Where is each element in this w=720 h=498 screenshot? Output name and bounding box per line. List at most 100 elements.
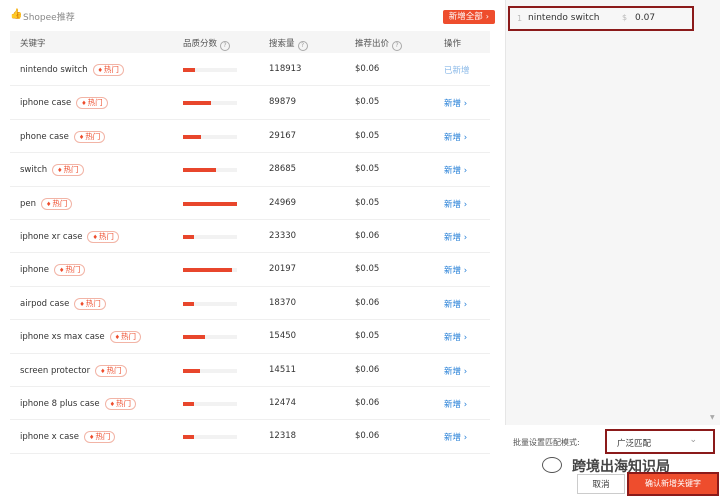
keyword-text: phone case <box>20 131 69 142</box>
flame-icon: ♦ <box>81 100 87 108</box>
add-keyword-link[interactable]: 新增 › <box>444 331 467 343</box>
add-keyword-link[interactable]: 新增 › <box>444 164 467 176</box>
scroll-down-icon[interactable]: ▼ <box>710 414 716 421</box>
help-icon[interactable]: ? <box>297 41 308 51</box>
quality-bar <box>183 201 237 206</box>
add-all-button[interactable]: 新增全部 › <box>442 10 495 24</box>
flame-icon: ♦ <box>79 300 85 308</box>
flame-icon: ♦ <box>46 200 52 208</box>
panel-title: Shopee推荐 <box>23 13 75 23</box>
suggested-bid: $0.05 <box>355 130 380 141</box>
selected-keyword: nintendo switch <box>528 13 600 23</box>
add-keyword-link[interactable]: 新增 › <box>444 398 467 410</box>
wechat-icon <box>542 457 562 473</box>
hot-badge: ♦热门 <box>73 130 106 143</box>
add-keyword-link[interactable]: 新增 › <box>444 97 467 109</box>
keyword-cell: iphone x case ♦热门 <box>20 431 116 444</box>
search-volume: 20197 <box>269 264 297 275</box>
keyword-text: iphone <box>20 265 49 276</box>
keyword-cell: switch ♦热门 <box>20 164 84 177</box>
keyword-cell: nintendo switch ♦热门 <box>20 64 124 76</box>
col-volume: 搜索量? <box>269 37 308 51</box>
hot-badge: ♦热门 <box>52 164 84 177</box>
chevron-right-icon: › <box>485 12 489 21</box>
confirm-add-keywords-button[interactable]: 确认新增关键字 <box>627 472 719 496</box>
quality-bar-fill <box>183 234 194 239</box>
keyword-cell: phone case ♦热门 <box>20 130 106 143</box>
hot-label: 热门 <box>85 131 101 141</box>
add-keyword-link[interactable]: 新增 › <box>444 431 467 443</box>
hot-badge: ♦热门 <box>41 197 73 210</box>
keyword-cell: pen ♦热门 <box>20 197 73 210</box>
table-row: switch ♦热门 28685 $0.05 新增 › <box>10 153 490 187</box>
quality-bar <box>183 234 237 239</box>
keyword-text: iphone xr case <box>20 231 83 242</box>
hot-label: 热门 <box>65 265 81 275</box>
suggested-bid: $0.06 <box>355 397 380 408</box>
hot-badge: ♦热门 <box>83 431 116 444</box>
col-action: 操作 <box>444 39 462 49</box>
selected-keyword-item[interactable]: 1 nintendo switch $ 0.07 <box>508 6 694 31</box>
quality-bar-fill <box>183 168 217 173</box>
hot-label: 热门 <box>115 398 131 408</box>
hot-label: 热门 <box>106 365 122 375</box>
add-keyword-link[interactable]: 新增 › <box>444 231 467 243</box>
table-row: iphone x case ♦热门 12318 $0.06 新增 › <box>10 420 490 454</box>
quality-bar <box>183 335 237 340</box>
help-icon[interactable]: ? <box>392 41 403 51</box>
table-row: iphone 8 plus case ♦热门 12474 $0.06 新增 › <box>10 387 490 421</box>
quality-bar-fill <box>183 101 212 106</box>
add-all-label: 新增全部 <box>448 12 483 22</box>
keyword-cell: iphone 8 plus case ♦热门 <box>20 397 136 410</box>
selected-bid-input[interactable]: 0.07 <box>635 13 655 23</box>
col-bid: 推荐出价? <box>355 37 403 51</box>
keyword-cell: iphone xs max case ♦热门 <box>20 331 141 344</box>
hot-label: 热门 <box>95 432 111 442</box>
suggested-bid: $0.05 <box>355 164 380 175</box>
flame-icon: ♦ <box>114 334 120 342</box>
selected-keywords-panel <box>505 0 720 498</box>
keyword-text: iphone x case <box>20 432 79 443</box>
suggested-bid: $0.06 <box>355 64 380 74</box>
cancel-button[interactable]: 取消 <box>577 474 625 494</box>
keyword-text: nintendo switch <box>20 65 88 75</box>
flame-icon: ♦ <box>58 267 65 275</box>
currency-symbol: $ <box>622 13 628 22</box>
quality-bar-fill <box>183 435 194 440</box>
search-volume: 118913 <box>269 64 302 74</box>
batch-match-label: 批量设置匹配模式: <box>513 438 580 447</box>
col-volume-label: 搜索量 <box>269 39 295 49</box>
table-row: iphone ♦热门 20197 $0.05 新增 › <box>10 253 490 287</box>
keyword-cell: iphone xr case ♦热门 <box>20 230 119 243</box>
suggested-bid: $0.05 <box>355 97 380 108</box>
chevron-down-icon: ⌄ <box>689 435 697 445</box>
hot-label: 热门 <box>52 198 68 208</box>
keyword-text: iphone xs max case <box>20 332 105 343</box>
keyword-text: screen protector <box>20 365 91 376</box>
keyword-text: iphone case <box>20 98 72 109</box>
hot-badge: ♦热门 <box>104 397 136 410</box>
add-keyword-link[interactable]: 新增 › <box>444 298 467 310</box>
suggested-bid: $0.06 <box>355 431 380 442</box>
suggested-bid: $0.05 <box>355 197 380 208</box>
help-icon[interactable]: ? <box>220 41 231 51</box>
add-keyword-link[interactable]: 新增 › <box>444 198 467 210</box>
hot-badge: ♦热门 <box>109 331 141 344</box>
add-keyword-link[interactable]: 新增 › <box>444 365 467 377</box>
match-type-value: 广泛匹配 <box>617 439 652 449</box>
search-volume: 12318 <box>269 431 297 442</box>
quality-bar-fill <box>183 134 201 139</box>
add-keyword-link[interactable]: 新增 › <box>444 131 467 143</box>
flame-icon: ♦ <box>92 233 98 241</box>
suggested-bid: $0.06 <box>355 364 380 375</box>
hot-badge: ♦热门 <box>74 297 106 310</box>
search-volume: 29167 <box>269 130 297 141</box>
match-type-select[interactable]: 广泛匹配 ⌄ <box>605 429 715 454</box>
hot-badge: ♦热门 <box>76 97 108 110</box>
quality-bar-fill <box>183 301 194 306</box>
flame-icon: ♦ <box>100 367 106 375</box>
panel-header: 👍 Shopee推荐 新增全部 › <box>10 9 495 27</box>
search-volume: 18370 <box>269 297 297 308</box>
add-keyword-link[interactable]: 新增 › <box>444 264 467 276</box>
col-bid-label: 推荐出价 <box>355 39 390 49</box>
